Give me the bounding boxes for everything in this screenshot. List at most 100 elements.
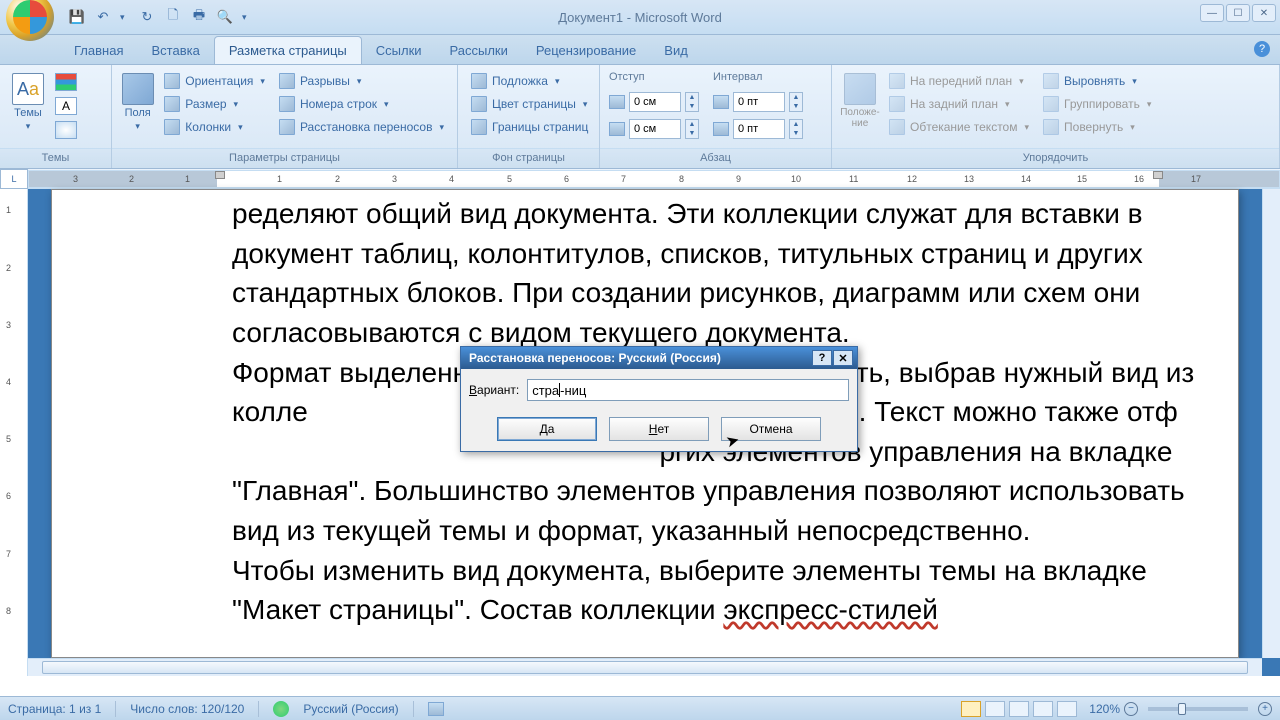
status-language[interactable]: Русский (Россия)	[303, 702, 398, 716]
chevron-down-icon: ▾	[384, 99, 389, 110]
indent-marker[interactable]	[215, 171, 225, 179]
indent-right-spinner[interactable]: 0 см ▲▼	[609, 119, 699, 139]
undo-icon[interactable]: ↶	[94, 8, 112, 26]
spinner-down-icon[interactable]: ▼	[686, 129, 698, 138]
margins-button[interactable]: Поля ▾	[118, 69, 157, 136]
spacing-before-value[interactable]: 0 пт	[733, 92, 785, 112]
right-indent-marker[interactable]	[1153, 171, 1163, 179]
indent-right-value[interactable]: 0 см	[629, 119, 681, 139]
spinner-up-icon[interactable]: ▲	[790, 120, 802, 129]
tab-page-layout[interactable]: Разметка страницы	[214, 36, 362, 64]
horizontal-ruler[interactable]: 3 2 1 1 2 3 4 5 6 7 8 9 10 11 12 13 14 1…	[28, 170, 1280, 188]
minimize-button[interactable]: —	[1200, 4, 1224, 22]
send-back-button: На задний план▾	[885, 94, 1033, 114]
page-borders-icon	[471, 119, 487, 135]
group-themes-label: Темы	[0, 148, 111, 168]
zoom-out-button[interactable]: −	[1124, 702, 1138, 716]
text-wrap-button: Обтекание текстом▾	[885, 117, 1033, 137]
variant-input[interactable]: стра-ниц	[527, 379, 849, 401]
zoom-slider[interactable]	[1148, 707, 1248, 711]
horizontal-scrollbar[interactable]	[28, 658, 1262, 676]
zoom-level[interactable]: 120%	[1089, 702, 1120, 716]
spinner-down-icon[interactable]: ▼	[686, 102, 698, 111]
line-numbers-button[interactable]: Номера строк▾	[275, 94, 448, 114]
status-words[interactable]: Число слов: 120/120	[130, 702, 244, 716]
tab-selector[interactable]: L	[0, 169, 28, 189]
proofing-icon[interactable]	[273, 701, 289, 717]
send-back-icon	[889, 96, 905, 112]
horizontal-scroll-thumb[interactable]	[42, 661, 1248, 674]
web-layout-view-button[interactable]	[1009, 701, 1029, 717]
orientation-button[interactable]: Ориентация▾	[160, 71, 269, 91]
print-preview-icon[interactable]: 🔍	[216, 8, 234, 26]
spacing-before-spinner[interactable]: 0 пт ▲▼	[713, 92, 803, 112]
no-button[interactable]: Нет	[609, 417, 709, 441]
dialog-titlebar[interactable]: Расстановка переносов: Русский (Россия) …	[461, 347, 857, 369]
quick-access-toolbar: 💾 ↶ ▾ ↻ 🗋 🖶 🔍 ▾	[68, 8, 252, 26]
tab-mailings[interactable]: Рассылки	[436, 37, 522, 64]
spacing-after-spinner[interactable]: 0 пт ▲▼	[713, 119, 803, 139]
draft-view-button[interactable]	[1057, 701, 1077, 717]
breaks-button[interactable]: Разрывы▾	[275, 71, 448, 91]
position-label: Положе­ние	[840, 107, 880, 129]
outline-view-button[interactable]	[1033, 701, 1053, 717]
page-color-button[interactable]: Цвет страницы▾	[467, 94, 592, 114]
status-page[interactable]: Страница: 1 из 1	[8, 702, 101, 716]
indent-left-value[interactable]: 0 см	[629, 92, 681, 112]
tab-view[interactable]: Вид	[650, 37, 702, 64]
macro-icon[interactable]	[428, 702, 444, 716]
help-icon[interactable]: ?	[1254, 41, 1270, 57]
spinner-up-icon[interactable]: ▲	[790, 93, 802, 102]
qat-customize-icon[interactable]: ▾	[242, 12, 252, 23]
close-button[interactable]: ✕	[1252, 4, 1276, 22]
spinner-up-icon[interactable]: ▲	[686, 120, 698, 129]
indent-right-icon	[609, 122, 625, 136]
undo-dropdown-icon[interactable]: ▾	[120, 12, 130, 23]
zoom-in-button[interactable]: +	[1258, 702, 1272, 716]
tab-review[interactable]: Рецензирование	[522, 37, 650, 64]
redo-icon[interactable]: ↻	[138, 8, 156, 26]
size-button[interactable]: Размер▾	[160, 94, 269, 114]
maximize-button[interactable]: ☐	[1226, 4, 1250, 22]
ribbon-tabs: Главная Вставка Разметка страницы Ссылки…	[0, 35, 1280, 65]
hyphenation-icon	[279, 119, 295, 135]
print-icon[interactable]: 🖶	[190, 8, 208, 26]
theme-fonts-button[interactable]: A	[55, 97, 77, 115]
dialog-help-button[interactable]: ?	[812, 350, 832, 366]
yes-button[interactable]: Да	[497, 417, 597, 441]
tab-insert[interactable]: Вставка	[137, 37, 213, 64]
chevron-down-icon: ▾	[238, 122, 243, 133]
align-button[interactable]: Выровнять▾	[1039, 71, 1155, 91]
hyphenation-button[interactable]: Расстановка переносов▾	[275, 117, 448, 137]
variant-label: ВВариант:ариант:	[469, 383, 519, 397]
vertical-ruler[interactable]: 1 2 3 4 5 6 7 8	[0, 189, 28, 676]
print-layout-view-button[interactable]	[961, 701, 981, 717]
spinner-down-icon[interactable]: ▼	[790, 102, 802, 111]
spacing-header: Интервал	[713, 71, 803, 83]
watermark-button[interactable]: Подложка▾	[467, 71, 592, 91]
full-screen-view-button[interactable]	[985, 701, 1005, 717]
theme-colors-button[interactable]	[55, 73, 77, 91]
page-borders-button[interactable]: Границы страниц	[467, 117, 592, 137]
spacing-after-value[interactable]: 0 пт	[733, 119, 785, 139]
zoom-thumb[interactable]	[1178, 703, 1186, 715]
group-arrange-label: Упорядочить	[832, 148, 1279, 168]
tab-home[interactable]: Главная	[60, 37, 137, 64]
vertical-scrollbar[interactable]	[1262, 189, 1280, 658]
columns-button[interactable]: Колонки▾	[160, 117, 269, 137]
watermark-icon	[471, 73, 487, 89]
themes-button[interactable]: Aa Темы ▾	[6, 69, 50, 136]
group-page-setup: Поля ▾ Ориентация▾ Размер▾ Колонки▾ Разр…	[112, 65, 458, 168]
indent-left-spinner[interactable]: 0 см ▲▼	[609, 92, 699, 112]
size-icon	[164, 96, 180, 112]
chevron-down-icon: ▾	[234, 99, 239, 110]
save-icon[interactable]: 💾	[68, 8, 86, 26]
spinner-down-icon[interactable]: ▼	[790, 129, 802, 138]
dialog-close-button[interactable]: ✕	[833, 350, 853, 366]
spinner-up-icon[interactable]: ▲	[686, 93, 698, 102]
ribbon: Aa Темы ▾ A Темы Поля ▾ Ориентация▾ Разм…	[0, 65, 1280, 169]
new-icon[interactable]: 🗋	[164, 8, 182, 26]
theme-effects-button[interactable]	[55, 121, 77, 139]
group-page-background: Подложка▾ Цвет страницы▾ Границы страниц…	[458, 65, 600, 168]
tab-references[interactable]: Ссылки	[362, 37, 436, 64]
